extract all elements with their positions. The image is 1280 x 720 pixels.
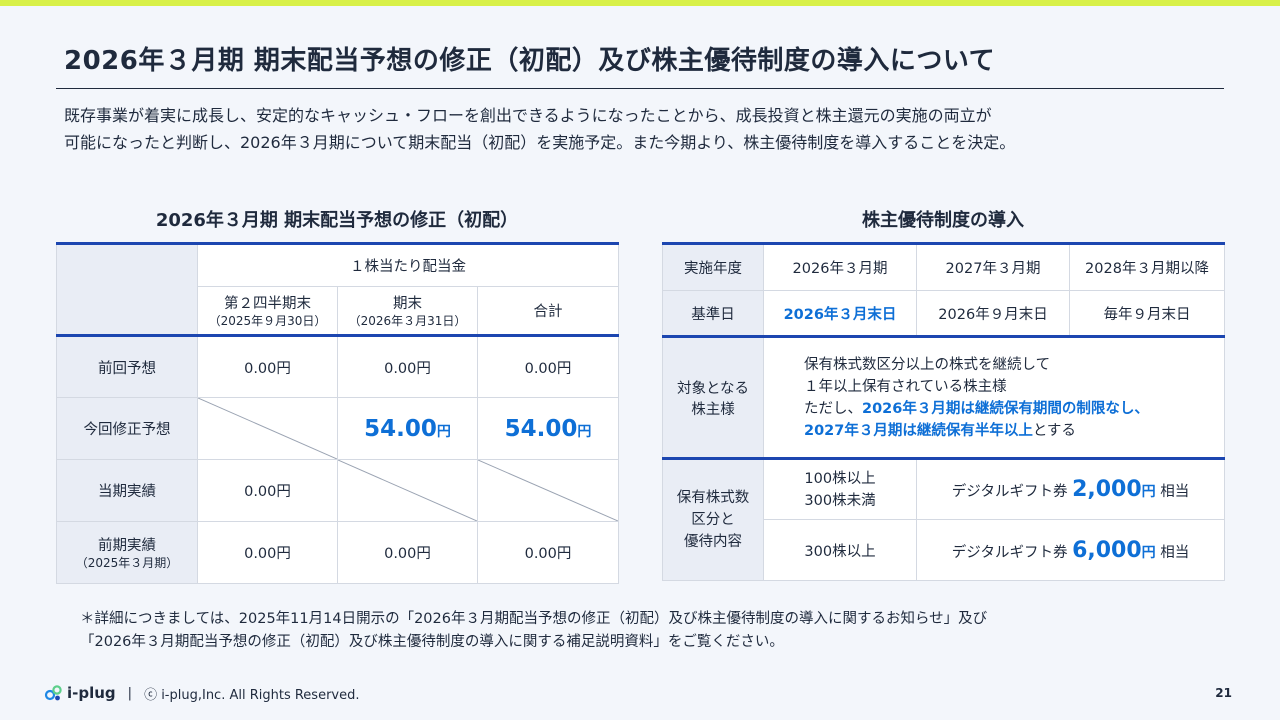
eligibility-line-3-prefix: ただし、 xyxy=(804,400,862,417)
holding-label-line-3: 優待内容 xyxy=(684,534,742,550)
dividend-table: １株当たり配当金 第２四半期末 （2025年９月30日） 期末 （2026年３月… xyxy=(56,242,619,584)
tier-1-range-line-1: 100株以上 xyxy=(804,470,876,487)
record-date-2027: 2026年９月末日 xyxy=(916,290,1070,337)
revised-end-unit: 円 xyxy=(436,423,451,440)
benefits-table: 実施年度 2026年３月期 2027年３月期 2028年３月期以降 基準日 20… xyxy=(662,242,1225,581)
prior-label: 前期実績 xyxy=(98,538,156,554)
copyright-text: ⓒ i-plug,Inc. All Rights Reserved. xyxy=(144,687,360,703)
company-logo: i-plug xyxy=(44,683,116,703)
current-q2-value: 0.00円 xyxy=(197,459,338,522)
logo-text: i-plug xyxy=(67,684,116,702)
tier-1-amount: 2,000 xyxy=(1072,477,1142,502)
column-period-end: 期末 （2026年３月31日） xyxy=(337,286,478,336)
logo-mark-icon xyxy=(44,685,62,701)
page-number: 21 xyxy=(1215,686,1232,700)
revised-total-unit: 円 xyxy=(577,423,592,440)
column-q2-label: 第２四半期末 xyxy=(224,296,311,312)
year-2027: 2027年３月期 xyxy=(916,242,1070,291)
tier-2-prefix: デジタルギフト券 xyxy=(951,544,1068,561)
tier-1-range-line-2: 300株未満 xyxy=(804,492,876,509)
column-q2-end: 第２四半期末 （2025年９月30日） xyxy=(197,286,338,336)
intro-line-1: 既存事業が着実に成長し、安定的なキャッシュ・フローを創出できるようになったことか… xyxy=(64,106,992,125)
footnote-line-1: ＊詳細につきましては、2025年11月14日開示の「2026年３月期配当予想の修… xyxy=(80,611,988,627)
prior-end-value: 0.00円 xyxy=(337,521,478,584)
eligibility-description: 保有株式数区分以上の株式を継続して １年以上保有されている株主様 ただし、202… xyxy=(763,335,1225,459)
current-total-empty xyxy=(477,459,619,522)
eligibility-line-4-suffix: とする xyxy=(1032,422,1076,439)
previous-q2-value: 0.00円 xyxy=(197,334,338,398)
footnote-line-2: 「2026年３月期配当予想の修正（初配）及び株主優待制度の導入に関する補足説明資… xyxy=(80,634,784,650)
current-end-empty xyxy=(337,459,478,522)
tier-2-amount: 6,000 xyxy=(1072,537,1142,563)
revised-total-value: 54.00円 xyxy=(477,397,619,460)
year-label: 実施年度 xyxy=(662,242,764,291)
tier-2-benefit: デジタルギフト券 6,000円 相当 xyxy=(916,519,1225,581)
footer-separator: | xyxy=(127,685,133,701)
previous-end-value: 0.00円 xyxy=(337,334,478,398)
dividend-section-title: 2026年３月期 期末配当予想の修正（初配） xyxy=(155,210,519,231)
prior-total-value: 0.00円 xyxy=(477,521,619,584)
prior-period: （2025年３月期） xyxy=(75,556,179,570)
page-title: 2026年３月期 期末配当予想の修正（初配）及び株主優待制度の導入について xyxy=(64,46,996,76)
eligibility-line-3: ただし、2026年３月期は継続保有期間の制限なし、 xyxy=(804,398,1224,420)
holding-label: 保有株式数 区分と 優待内容 xyxy=(662,457,764,581)
tier-1-prefix: デジタルギフト券 xyxy=(951,484,1068,500)
row-label-current: 当期実績 xyxy=(56,459,198,522)
title-divider xyxy=(56,88,1224,89)
tier-2-suffix: 相当 xyxy=(1160,544,1190,561)
prior-q2-value: 0.00円 xyxy=(197,521,338,584)
tier-1-range: 100株以上 300株未満 xyxy=(763,457,917,520)
eligibility-line-4: 2027年３月期は継続保有半年以上とする xyxy=(804,420,1224,442)
diagonal-line xyxy=(338,460,477,521)
eligibility-line-2: １年以上保有されている株主様 xyxy=(804,378,1007,395)
eligibility-label-line-1: 対象となる xyxy=(676,380,750,397)
eligibility-line-3-highlight: 2026年３月期は継続保有期間の制限なし、 xyxy=(862,400,1149,417)
diagonal-line xyxy=(198,398,337,459)
record-date-2028: 毎年９月末日 xyxy=(1069,290,1225,337)
column-end-date: （2026年３月31日） xyxy=(348,314,467,328)
holding-label-line-2: 区分と xyxy=(691,512,735,528)
tier-2-range: 300株以上 xyxy=(763,519,917,581)
revised-q2-empty xyxy=(197,397,338,460)
row-label-prior: 前期実績 （2025年３月期） xyxy=(56,521,198,584)
tier-1-benefit: デジタルギフト券 2,000円 相当 xyxy=(916,457,1225,520)
eligibility-label: 対象となる 株主様 xyxy=(662,335,764,459)
tier-1-suffix: 相当 xyxy=(1160,484,1190,500)
intro-text: 既存事業が着実に成長し、安定的なキャッシュ・フローを創出できるようになったことか… xyxy=(64,102,1224,156)
previous-total-value: 0.00円 xyxy=(477,334,619,398)
intro-line-2: 可能になったと判断し、2026年３月期について期末配当（初配）を実施予定。また今… xyxy=(64,133,1016,152)
tier-1-unit: 円 xyxy=(1141,484,1156,500)
eligibility-line-4-highlight: 2027年３月期は継続保有半年以上 xyxy=(804,422,1033,439)
eligibility-label-line-2: 株主様 xyxy=(691,401,735,418)
column-q2-date: （2025年９月30日） xyxy=(208,314,327,328)
record-date-label: 基準日 xyxy=(662,290,764,337)
dividend-corner-cell xyxy=(56,242,198,336)
year-2028: 2028年３月期以降 xyxy=(1069,242,1225,291)
column-total: 合計 xyxy=(477,286,619,336)
year-2026: 2026年３月期 xyxy=(763,242,917,291)
benefits-section-title: 株主優待制度の導入 xyxy=(862,210,1024,231)
eligibility-line-1: 保有株式数区分以上の株式を継続して xyxy=(804,356,1051,373)
revised-end-value: 54.00円 xyxy=(337,397,478,460)
revised-total-amount: 54.00 xyxy=(504,415,578,442)
revised-end-amount: 54.00 xyxy=(364,415,437,442)
footnote: ＊詳細につきましては、2025年11月14日開示の「2026年３月期配当予想の修… xyxy=(80,608,987,654)
column-end-label: 期末 xyxy=(393,296,422,312)
record-date-2026: 2026年３月末日 xyxy=(763,290,917,337)
diagonal-line xyxy=(478,460,618,521)
row-label-revised: 今回修正予想 xyxy=(56,397,198,460)
accent-bar xyxy=(0,0,1280,6)
tier-2-unit: 円 xyxy=(1141,544,1156,561)
holding-label-line-1: 保有株式数 xyxy=(676,490,750,506)
footer: i-plug | ⓒ i-plug,Inc. All Rights Reserv… xyxy=(44,682,360,704)
dividend-group-header: １株当たり配当金 xyxy=(197,242,619,287)
row-label-previous: 前回予想 xyxy=(56,334,198,398)
